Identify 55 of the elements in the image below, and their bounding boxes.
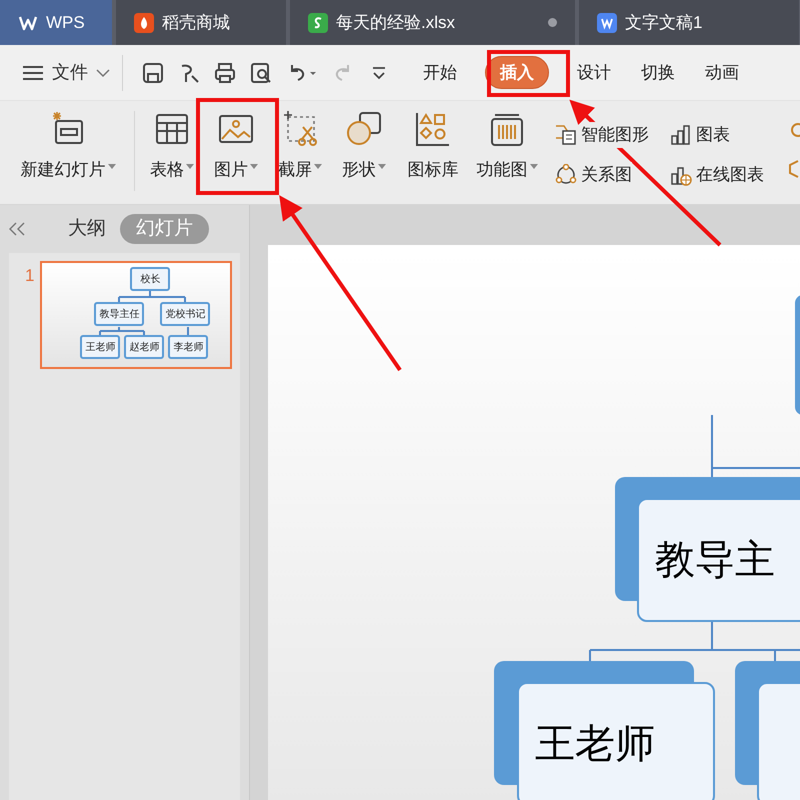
spreadsheet-icon <box>308 12 328 32</box>
new-slide-icon <box>50 111 86 147</box>
org-chart-node: 教导主任 <box>94 302 144 326</box>
ribbon-button[interactable]: 在线图表 <box>670 155 788 195</box>
slide-thumbnail[interactable]: 校长 教导主任 党校书记 王老师 赵老师 李老师 <box>40 261 232 369</box>
barcode-box-icon <box>489 111 525 147</box>
scissors-icon <box>282 111 318 147</box>
print-preview-icon <box>250 62 272 84</box>
org-chart-node: 校长 <box>130 267 170 291</box>
ribbon-button[interactable]: 截屏 <box>269 111 331 182</box>
org-chart-node: 王老师 <box>80 335 120 359</box>
document-icon <box>597 12 617 32</box>
ribbon-button[interactable]: 关系图 <box>555 155 670 195</box>
ribbon-button[interactable]: 功能图 <box>469 111 545 182</box>
document-tab[interactable]: 每天的经验.xlsx <box>290 0 575 45</box>
document-tab[interactable]: 稻壳商城 <box>116 0 286 45</box>
ribbon-button[interactable]: 图标库 <box>397 111 469 182</box>
ribbon-button[interactable]: 形状 <box>331 111 397 182</box>
printer-icon <box>214 62 236 84</box>
ribbon-button[interactable]: 图表 <box>670 115 788 155</box>
org-chart-node: 王老师 <box>517 682 715 800</box>
org-chart-node: 赵老师 <box>124 335 164 359</box>
bar-chart-icon <box>670 124 692 146</box>
shapes-icon <box>346 111 382 147</box>
org-chart-node: 党校书记 <box>160 302 210 326</box>
document-tab[interactable]: WPS <box>0 0 112 45</box>
icon-library-icon <box>415 111 451 147</box>
table-icon <box>154 111 190 147</box>
ribbon-tab[interactable]: 设计 <box>575 60 613 86</box>
connector-line <box>99 326 146 336</box>
org-chart-node: 教导主 <box>637 498 800 622</box>
ribbon-tab[interactable]: 动画 <box>703 60 741 86</box>
ribbon-button[interactable]: 智能图形 <box>555 115 670 155</box>
printer-button[interactable] <box>214 62 236 84</box>
ribbon-button[interactable]: 新建幻灯片 <box>8 111 128 182</box>
flame-icon <box>134 12 154 32</box>
relation-diagram-icon <box>555 164 577 186</box>
file-menu[interactable]: 文件 <box>22 59 110 86</box>
document-tab[interactable]: 文字文稿1 <box>579 0 799 45</box>
slide-number: 1 <box>25 265 34 287</box>
ribbon-tab[interactable]: 开始 <box>421 60 459 86</box>
connector-line <box>187 327 190 335</box>
org-chart-node: 李老师 <box>168 335 208 359</box>
connector-line <box>118 290 186 303</box>
ribbon-tab[interactable]: 切换 <box>639 60 677 86</box>
chevron-down-icon <box>96 68 110 78</box>
menu-icon <box>22 64 44 80</box>
ribbon-button[interactable]: 表格 <box>141 111 203 182</box>
collapse-icon <box>8 222 26 236</box>
ribbon-button[interactable]: 图片 <box>203 111 269 182</box>
save-icon <box>142 62 164 84</box>
smart-graphic-icon <box>555 124 577 146</box>
save-button[interactable] <box>142 62 164 84</box>
print-preview-button[interactable] <box>250 62 272 84</box>
panel-tab[interactable]: 大纲 <box>60 214 114 244</box>
